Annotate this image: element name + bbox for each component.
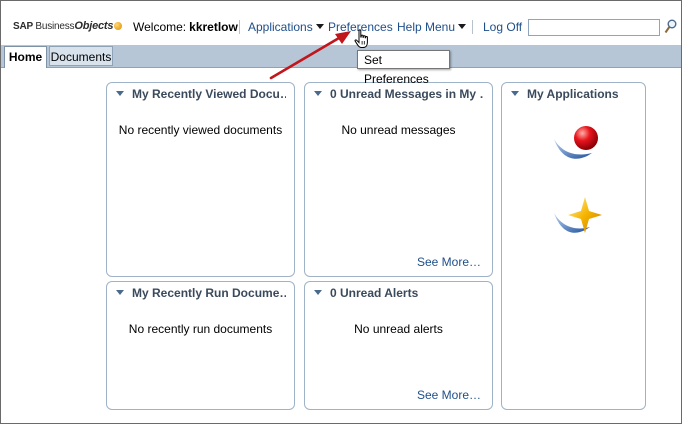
unread-alerts-panel: 0 Unread Alerts No unread alerts See Mor… xyxy=(304,281,493,410)
alerts-see-more-link[interactable]: See More… xyxy=(417,388,481,402)
sap-businessobjects-logo: SAP BusinessObjects xyxy=(13,20,123,32)
chevron-down-icon xyxy=(458,24,467,29)
unread-messages-message: No unread messages xyxy=(341,123,456,137)
logo-objects-text: Objects xyxy=(74,20,114,32)
header-divider xyxy=(239,20,240,34)
collapse-triangle-icon[interactable] xyxy=(116,91,124,96)
search-icon[interactable] xyxy=(664,19,677,35)
log-off-label: Log Off xyxy=(483,20,523,34)
unread-messages-panel: 0 Unread Messages in My … No unread mess… xyxy=(304,82,493,277)
logo-business-text: Business xyxy=(35,21,75,32)
username: kkretlow xyxy=(189,20,238,34)
hand-pointer-cursor-icon xyxy=(354,29,368,48)
recently-viewed-documents-panel: My Recently Viewed Docu… No recently vie… xyxy=(106,82,295,277)
search-input[interactable] xyxy=(528,19,660,36)
unread-alerts-title: 0 Unread Alerts xyxy=(330,286,419,300)
help-menu-label: Help Menu xyxy=(397,20,456,34)
unread-messages-title: 0 Unread Messages in My … xyxy=(330,87,484,101)
logo-dot-icon xyxy=(114,22,123,30)
tab-home-label: Home xyxy=(8,50,43,64)
preferences-tooltip: Set Preferences xyxy=(357,50,450,86)
header-divider xyxy=(472,20,473,34)
star-app-icon[interactable] xyxy=(552,195,604,241)
panel-title[interactable]: My Recently Viewed Docu… xyxy=(116,87,286,101)
collapse-triangle-icon[interactable] xyxy=(314,91,322,96)
unread-alerts-message: No unread alerts xyxy=(354,322,443,336)
help-menu[interactable]: Help Menu xyxy=(397,20,467,34)
welcome-message: Welcome: kkretlow xyxy=(133,20,238,34)
red-ball-app-icon[interactable] xyxy=(552,123,604,167)
panel-title[interactable]: 0 Unread Messages in My … xyxy=(314,87,484,101)
welcome-label: Welcome: xyxy=(133,20,187,34)
panel-title[interactable]: 0 Unread Alerts xyxy=(314,286,484,300)
recently-run-message: No recently run documents xyxy=(128,322,273,336)
collapse-triangle-icon[interactable] xyxy=(116,290,124,295)
tab-home[interactable]: Home xyxy=(4,46,47,68)
recently-viewed-message: No recently viewed documents xyxy=(118,123,283,137)
recently-run-title: My Recently Run Docume… xyxy=(132,286,286,300)
recently-viewed-title: My Recently Viewed Docu… xyxy=(132,87,286,101)
log-off-link[interactable]: Log Off xyxy=(483,20,522,34)
annotation-arrow-icon xyxy=(269,31,351,80)
my-applications-panel: My Applications xyxy=(501,82,646,410)
tooltip-text: Set Preferences xyxy=(364,53,429,86)
tab-documents[interactable]: Documents xyxy=(49,46,113,66)
messages-see-more-link[interactable]: See More… xyxy=(417,255,481,269)
panel-title[interactable]: My Recently Run Docume… xyxy=(116,286,286,300)
collapse-triangle-icon[interactable] xyxy=(314,290,322,295)
recently-run-documents-panel: My Recently Run Docume… No recently run … xyxy=(106,281,295,410)
collapse-triangle-icon[interactable] xyxy=(511,91,519,96)
panel-title[interactable]: My Applications xyxy=(511,87,637,101)
logo-sap-text: SAP xyxy=(13,21,36,32)
tab-documents-label: Documents xyxy=(50,50,112,64)
my-applications-title: My Applications xyxy=(527,87,619,101)
